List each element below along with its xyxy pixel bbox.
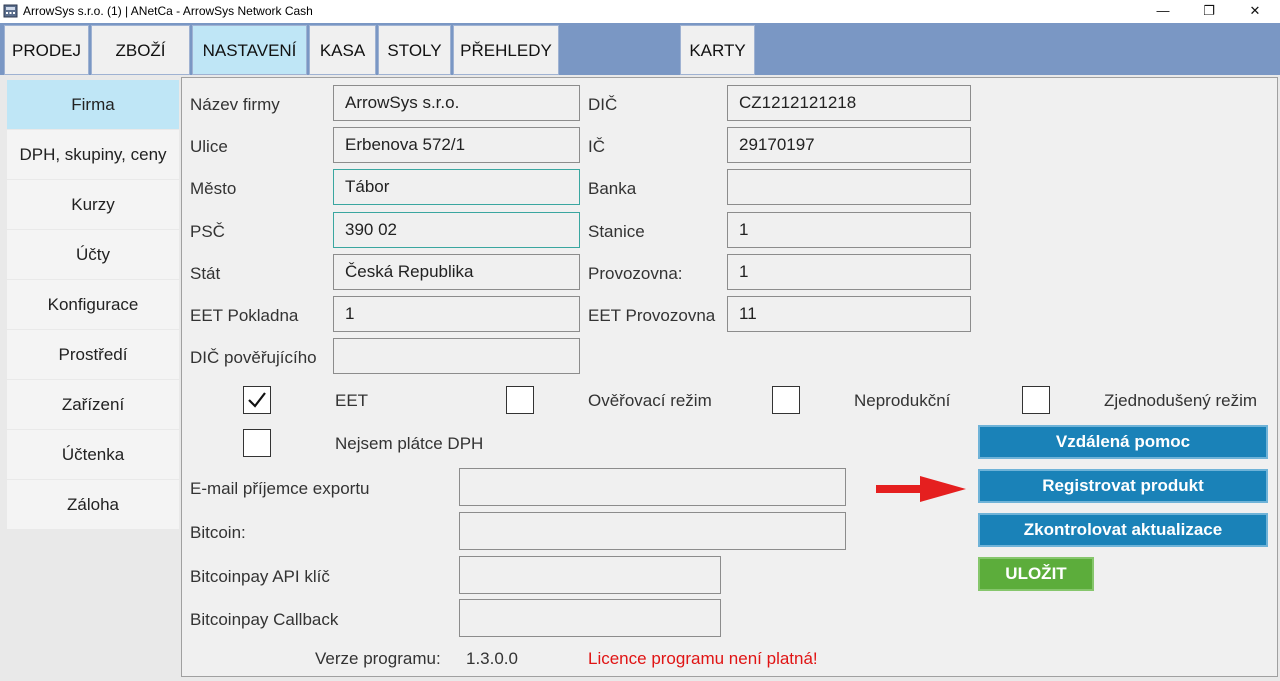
sidebar-item-konfigurace[interactable]: Konfigurace: [7, 280, 179, 329]
not-vat-payer-label: Nejsem plátce DPH: [335, 434, 484, 453]
authorizing-vat-label: DIČ pověřujícího: [190, 348, 317, 367]
vat-id-label: DIČ: [588, 95, 618, 114]
sidebar-item-uctenka[interactable]: Účtenka: [7, 430, 179, 479]
postal-code-field[interactable]: 390 02: [333, 212, 580, 248]
eet-checkbox-label: EET: [335, 391, 369, 410]
tab-kasa[interactable]: KASA: [309, 25, 376, 75]
station-field[interactable]: 1: [727, 212, 971, 248]
export-email-field[interactable]: [459, 468, 846, 506]
maximize-button[interactable]: ❐: [1186, 0, 1232, 23]
verification-mode-checkbox[interactable]: [506, 386, 534, 414]
sidebar-item-firma[interactable]: Firma: [7, 80, 179, 129]
eet-premises-field[interactable]: 11: [727, 296, 971, 332]
sidebar-item-ucty[interactable]: Účty: [7, 230, 179, 279]
close-button[interactable]: ✕: [1232, 0, 1278, 23]
tab-karty[interactable]: KARTY: [680, 25, 755, 75]
tab-prodej[interactable]: PRODEJ: [4, 25, 89, 75]
street-label: Ulice: [190, 137, 228, 156]
bitcoinpay-api-key-label: Bitcoinpay API klíč: [190, 567, 330, 586]
bitcoin-label: Bitcoin:: [190, 523, 246, 542]
city-label: Město: [190, 179, 237, 198]
company-settings-panel: Název firmy ArrowSys s.r.o. Ulice Erbeno…: [181, 77, 1278, 677]
settings-sidebar: Firma DPH, skupiny, ceny Kurzy Účty Konf…: [7, 80, 179, 530]
premises-label: Provozovna:: [588, 264, 683, 283]
company-id-field[interactable]: 29170197: [727, 127, 971, 163]
save-button[interactable]: ULOŽIT: [978, 557, 1094, 591]
version-label: Verze programu:: [315, 649, 441, 668]
company-name-label: Název firmy: [190, 95, 280, 114]
non-production-checkbox[interactable]: [772, 386, 800, 414]
sidebar-item-prostredi[interactable]: Prostředí: [7, 330, 179, 379]
sidebar-item-kurzy[interactable]: Kurzy: [7, 180, 179, 229]
license-warning: Licence programu není platná!: [588, 649, 818, 668]
check-updates-button[interactable]: Zkontrolovat aktualizace: [978, 513, 1268, 547]
tab-nastaveni[interactable]: NASTAVENÍ: [192, 25, 307, 75]
bank-label: Banka: [588, 179, 637, 198]
bitcoinpay-callback-label: Bitcoinpay Callback: [190, 610, 339, 629]
main-tab-bar: PRODEJ ZBOŽÍ NASTAVENÍ KASA STOLY PŘEHLE…: [0, 23, 1280, 75]
window-title: ArrowSys s.r.o. (1) | ANetCa - ArrowSys …: [23, 4, 313, 18]
content-area: Firma DPH, skupiny, ceny Kurzy Účty Konf…: [0, 75, 1280, 681]
eet-register-field[interactable]: 1: [333, 296, 580, 332]
simplified-mode-checkbox[interactable]: [1022, 386, 1050, 414]
authorizing-vat-field[interactable]: [333, 338, 580, 374]
not-vat-payer-checkbox[interactable]: [243, 429, 271, 457]
register-product-button[interactable]: Registrovat produkt: [978, 469, 1268, 503]
station-label: Stanice: [588, 222, 645, 241]
sidebar-item-zarizeni[interactable]: Zařízení: [7, 380, 179, 429]
title-bar: ArrowSys s.r.o. (1) | ANetCa - ArrowSys …: [0, 0, 1280, 23]
company-id-label: IČ: [588, 137, 605, 156]
version-value: 1.3.0.0: [466, 649, 518, 668]
minimize-button[interactable]: —: [1140, 0, 1186, 23]
red-arrow-icon: [876, 476, 966, 502]
remote-help-button[interactable]: Vzdálená pomoc: [978, 425, 1268, 459]
register-icon: [3, 4, 18, 18]
company-name-field[interactable]: ArrowSys s.r.o.: [333, 85, 580, 121]
postal-code-label: PSČ: [190, 222, 225, 241]
tab-stoly[interactable]: STOLY: [378, 25, 451, 75]
city-field[interactable]: Tábor: [333, 169, 580, 205]
country-field[interactable]: Česká Republika: [333, 254, 580, 290]
bitcoin-field[interactable]: [459, 512, 846, 550]
sidebar-item-dph[interactable]: DPH, skupiny, ceny: [7, 130, 179, 179]
bitcoinpay-callback-field[interactable]: [459, 599, 721, 637]
eet-premises-label: EET Provozovna: [588, 306, 716, 325]
tab-prehledy[interactable]: PŘEHLEDY: [453, 25, 559, 75]
verification-mode-label: Ověřovací režim: [588, 391, 712, 410]
street-field[interactable]: Erbenova 572/1: [333, 127, 580, 163]
tab-zbozi[interactable]: ZBOŽÍ: [91, 25, 190, 75]
non-production-label: Neprodukční: [854, 391, 951, 410]
country-label: Stát: [190, 264, 221, 283]
simplified-mode-label: Zjednodušený režim: [1104, 391, 1258, 410]
vat-id-field[interactable]: CZ1212121218: [727, 85, 971, 121]
export-email-label: E-mail příjemce exportu: [190, 479, 370, 498]
premises-field[interactable]: 1: [727, 254, 971, 290]
sidebar-item-zaloha[interactable]: Záloha: [7, 480, 179, 529]
checkmark-icon: [248, 392, 266, 408]
bitcoinpay-api-key-field[interactable]: [459, 556, 721, 594]
eet-register-label: EET Pokladna: [190, 306, 299, 325]
bank-field[interactable]: [727, 169, 971, 205]
eet-checkbox[interactable]: [243, 386, 271, 414]
